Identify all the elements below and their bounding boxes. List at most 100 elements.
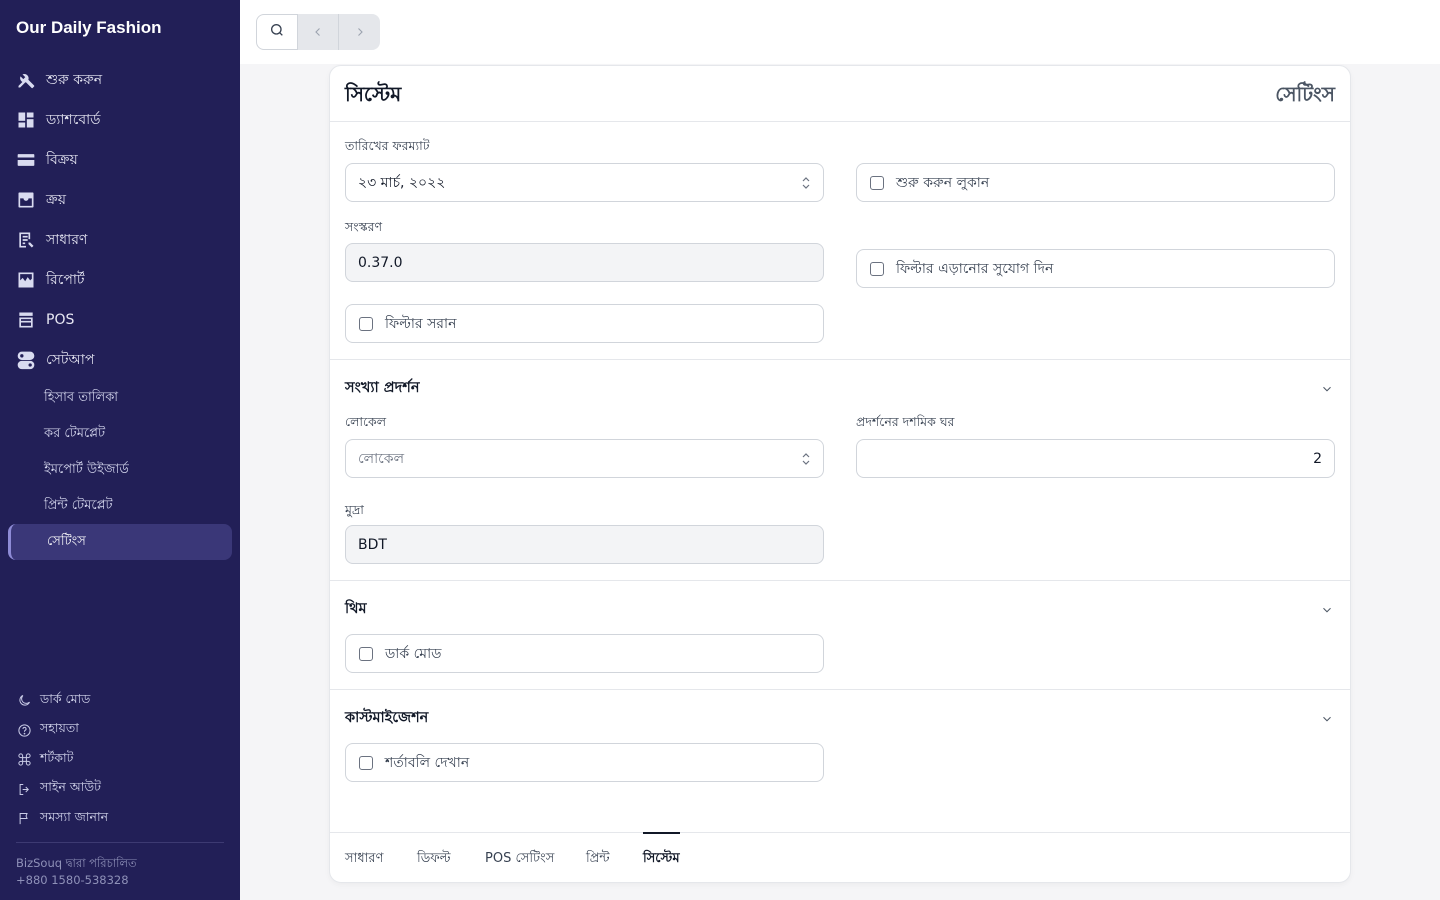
- checkbox-box[interactable]: [870, 175, 884, 190]
- report-issue-link[interactable]: সমস্যা জানান: [0, 804, 240, 834]
- app-name: Our Daily Fashion: [16, 18, 162, 37]
- checkbox-box[interactable]: [359, 755, 373, 770]
- tab-pos-settings[interactable]: POS সেটিংস: [485, 833, 554, 882]
- locale-placeholder: লোকেল: [358, 450, 405, 467]
- sidebar-nav: শুরু করুন ড্যাশবোর্ড বিক্রয় ক্রয় সাধার…: [0, 60, 240, 560]
- checkbox-label: শর্তাবলি দেখান: [385, 754, 470, 771]
- sidebar-item-label: বিক্রয়: [46, 152, 78, 168]
- search-icon: [269, 22, 285, 42]
- moon-icon: [16, 693, 32, 709]
- sidebar-sub-tax-templates[interactable]: কর টেমপ্লেট: [0, 416, 240, 452]
- checkbox-box[interactable]: [359, 316, 373, 331]
- checkbox-label: ফিল্টার সরান: [385, 315, 457, 332]
- chevron-down-icon[interactable]: [1320, 711, 1334, 725]
- display-precision-input[interactable]: 2: [856, 439, 1335, 478]
- sign-out-icon: [16, 781, 32, 797]
- flag-icon: [16, 811, 32, 827]
- tab-general[interactable]: সাধারণ: [345, 833, 383, 882]
- sidebar-sub-import-wizard[interactable]: ইমপোর্ট উইজার্ড: [0, 452, 240, 488]
- card-header: সিস্টেম সেটিংস: [330, 66, 1350, 122]
- chevron-down-icon[interactable]: [1320, 381, 1334, 395]
- journal-icon: [16, 230, 36, 250]
- settings-card: সিস্টেম সেটিংস তারিখের ফরম্যাট ২৩ মার্চ,…: [329, 65, 1351, 883]
- sidebar-sub-print-templates[interactable]: প্রিন্ট টেমপ্লেট: [0, 488, 240, 524]
- section-divider: [330, 359, 1350, 360]
- display-precision-label: প্রদর্শনের দশমিক ঘর: [856, 414, 955, 429]
- remove-filter-checkbox[interactable]: ফিল্টার সরান: [345, 304, 824, 343]
- support-phone: +880 1580-538328: [16, 873, 129, 887]
- powered-by-text: BizSouq দ্বারা পরিচালিত: [16, 856, 137, 870]
- version-value: 0.37.0: [358, 254, 403, 271]
- sidebar-item-label: POS: [46, 312, 75, 328]
- checkbox-label: ডার্ক মোড: [385, 645, 442, 662]
- customization-section-title: কাস্টমাইজেশন: [345, 710, 429, 726]
- section-divider: [330, 689, 1350, 690]
- bottom-item-label: ডার্ক মোড: [40, 690, 91, 706]
- bottom-item-label: সাইন আউট: [40, 779, 101, 795]
- sidebar-item-dashboard[interactable]: ড্যাশবোর্ড: [0, 100, 240, 140]
- locale-label: লোকেল: [345, 414, 387, 429]
- sidebar-item-label: সাধারণ: [46, 232, 88, 248]
- bottom-item-label: সমস্যা জানান: [40, 808, 109, 824]
- sidebar-item-label: সেটআপ: [46, 352, 95, 368]
- dashboard-icon: [16, 110, 36, 130]
- date-format-select[interactable]: ২৩ মার্চ, ২০২২: [345, 163, 824, 202]
- help-link[interactable]: সহায়তা: [0, 716, 240, 746]
- number-display-section-title: সংখ্যা প্রদর্শন: [345, 380, 420, 396]
- tools-icon: [16, 70, 36, 90]
- dark-mode-checkbox[interactable]: ডার্ক মোড: [345, 634, 824, 673]
- currency-field: BDT: [345, 525, 824, 564]
- sales-card-icon: [16, 150, 36, 170]
- page-title: সিস্টেম: [345, 82, 402, 106]
- theme-section-title: থিম: [345, 601, 367, 617]
- sidebar-item-pos[interactable]: POS: [0, 300, 240, 340]
- sidebar: Our Daily Fashion শুরু করুন ড্যাশবোর্ড ব…: [0, 0, 240, 900]
- checkbox-label: শুরু করুন লুকান: [896, 174, 990, 191]
- shortcuts-link[interactable]: শর্টকাট: [0, 745, 240, 775]
- sidebar-item-label: শুরু করুন: [46, 72, 103, 88]
- page-context-title: সেটিংস: [1275, 82, 1335, 106]
- sidebar-divider: [16, 842, 224, 843]
- version-field: 0.37.0: [345, 243, 824, 282]
- date-format-value: ২৩ মার্চ, ২০২২: [358, 174, 446, 191]
- chevron-left-icon: [312, 23, 324, 42]
- bottom-item-label: সহায়তা: [40, 720, 79, 736]
- allow-filter-bypass-checkbox[interactable]: ফিল্টার এড়ানোর সুযোগ দিন: [856, 249, 1335, 288]
- show-terms-checkbox[interactable]: শর্তাবলি দেখান: [345, 743, 824, 782]
- checkbox-box[interactable]: [359, 646, 373, 661]
- dark-mode-toggle[interactable]: ডার্ক মোড: [0, 686, 240, 716]
- command-key-icon: [16, 752, 32, 768]
- back-button[interactable]: [298, 14, 339, 50]
- date-format-label: তারিখের ফরম্যাট: [345, 138, 430, 153]
- search-button[interactable]: [256, 14, 298, 50]
- section-divider: [330, 580, 1350, 581]
- hide-get-started-checkbox[interactable]: শুরু করুন লুকান: [856, 163, 1335, 202]
- sidebar-sub-chart-of-accounts[interactable]: হিসাব তালিকা: [0, 380, 240, 416]
- select-arrows-icon: [801, 451, 811, 467]
- currency-label: মুদ্রা: [345, 502, 364, 517]
- display-precision-value: 2: [1313, 450, 1322, 467]
- currency-value: BDT: [358, 536, 387, 553]
- locale-select[interactable]: লোকেল: [345, 439, 824, 478]
- sidebar-item-reports[interactable]: রিপোর্ট: [0, 260, 240, 300]
- tab-defaults[interactable]: ডিফল্ট: [417, 833, 451, 882]
- version-label: সংস্করণ: [345, 219, 383, 234]
- sidebar-sub-settings[interactable]: সেটিংস: [8, 524, 232, 560]
- sidebar-bottom-nav: ডার্ক মোড সহায়তা শর্টকাট সাইন আউট সমস্য…: [0, 686, 240, 834]
- sidebar-item-purchase[interactable]: ক্রয়: [0, 180, 240, 220]
- top-bar: [240, 0, 1440, 64]
- tab-system[interactable]: সিস্টেম: [643, 832, 680, 882]
- sidebar-item-setup[interactable]: সেটআপ: [0, 340, 240, 380]
- select-arrows-icon: [801, 175, 811, 191]
- chevron-down-icon[interactable]: [1320, 602, 1334, 616]
- sidebar-item-sales[interactable]: বিক্রয়: [0, 140, 240, 180]
- sidebar-item-common[interactable]: সাধারণ: [0, 220, 240, 260]
- sidebar-item-label: ক্রয়: [46, 192, 66, 208]
- sidebar-item-get-started[interactable]: শুরু করুন: [0, 60, 240, 100]
- tab-print[interactable]: প্রিন্ট: [586, 833, 610, 882]
- pos-register-icon: [16, 310, 36, 330]
- sign-out-button[interactable]: সাইন আউট: [0, 775, 240, 805]
- forward-button[interactable]: [339, 14, 380, 50]
- purchase-tray-icon: [16, 190, 36, 210]
- checkbox-box[interactable]: [870, 261, 884, 276]
